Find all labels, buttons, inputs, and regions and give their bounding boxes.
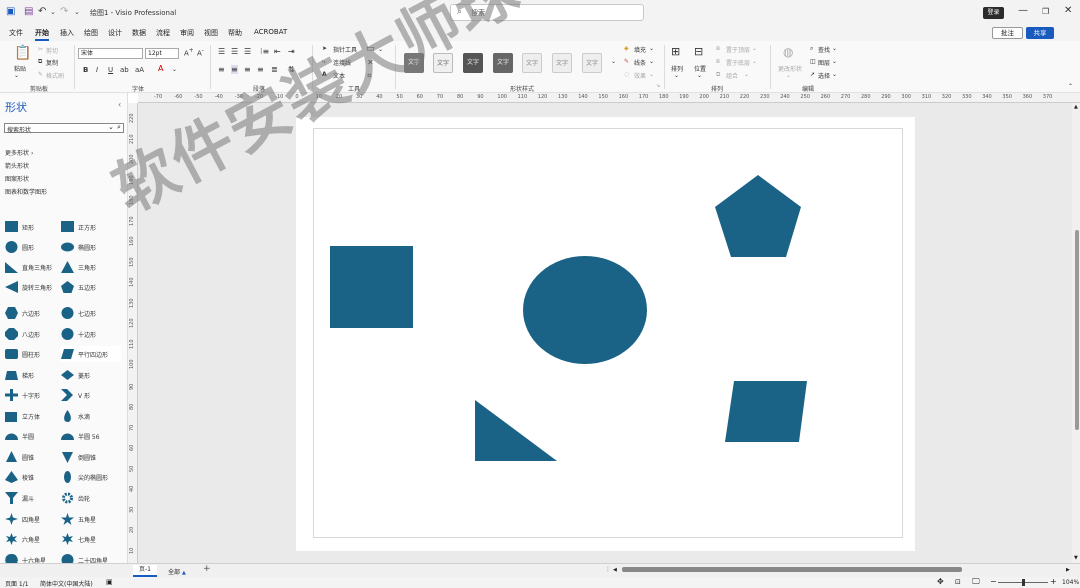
scroll-right-icon[interactable]: ▶ bbox=[1066, 567, 1070, 573]
scroll-down-icon[interactable]: ▼ bbox=[1074, 555, 1078, 561]
square-shape[interactable] bbox=[330, 246, 413, 328]
canvas-shapes bbox=[330, 175, 807, 461]
parallelogram-shape[interactable] bbox=[725, 381, 807, 442]
ellipse-shape[interactable] bbox=[523, 256, 647, 364]
tab-page-1[interactable]: 页-1 bbox=[133, 565, 157, 577]
right-triangle-shape[interactable] bbox=[475, 400, 557, 461]
caret-up-icon: ▲ bbox=[181, 570, 186, 576]
zoom-level[interactable]: 104% bbox=[1062, 579, 1079, 586]
horizontal-scroll-thumb[interactable] bbox=[622, 567, 962, 572]
add-page-icon[interactable]: + bbox=[203, 564, 211, 574]
page-indicator[interactable]: 页面 1/1 bbox=[5, 579, 29, 588]
tab-all-pages[interactable]: 全部 ▲ bbox=[168, 567, 186, 576]
switch-windows-icon[interactable]: ⊡ bbox=[955, 578, 961, 586]
pentagon-shape[interactable] bbox=[715, 175, 801, 257]
vertical-scroll-thumb[interactable] bbox=[1075, 230, 1079, 430]
scroll-left-icon[interactable]: ◀ bbox=[613, 567, 617, 573]
more-options-icon[interactable]: ⋮ bbox=[605, 566, 611, 573]
macro-icon[interactable]: ▣ bbox=[106, 578, 113, 586]
scroll-up-icon[interactable]: ▲ bbox=[1074, 104, 1078, 110]
zoom-in-icon[interactable]: + bbox=[1050, 577, 1057, 586]
zoom-slider-thumb[interactable] bbox=[1022, 579, 1025, 586]
language-indicator[interactable]: 简体中文(中国大陆) bbox=[40, 579, 93, 588]
status-bar: 页面 1/1 简体中文(中国大陆) ▣ ✥ ⊡ 🖵 − + 104% bbox=[0, 577, 1080, 588]
fit-page-icon[interactable]: ✥ bbox=[937, 577, 944, 586]
presentation-mode-icon[interactable]: 🖵 bbox=[972, 577, 980, 587]
tab-page-1-label: 页-1 bbox=[139, 566, 151, 573]
zoom-out-icon[interactable]: − bbox=[990, 577, 997, 586]
tab-all-label: 全部 bbox=[168, 569, 181, 576]
